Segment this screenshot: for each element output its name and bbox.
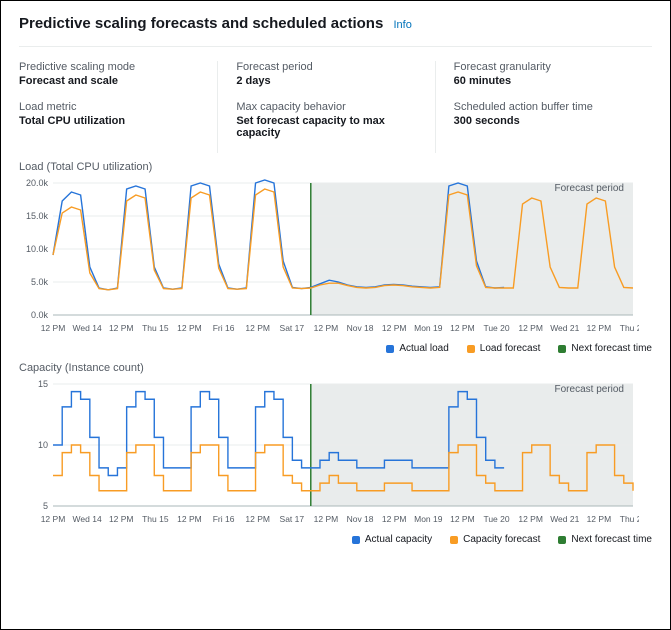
svg-text:10.0k: 10.0k	[26, 244, 49, 254]
svg-text:12 PM: 12 PM	[109, 323, 134, 333]
meta-value: 60 minutes	[454, 75, 642, 87]
svg-text:Fri 16: Fri 16	[213, 514, 235, 524]
svg-text:Thu 22: Thu 22	[620, 514, 639, 524]
svg-text:Wed 14: Wed 14	[73, 323, 102, 333]
svg-text:12 PM: 12 PM	[245, 514, 270, 524]
capacity-chart: Forecast period 5 10 15 12 PM Wed 14 12 PM Thu…	[19, 378, 652, 528]
svg-text:12 PM: 12 PM	[41, 514, 66, 524]
svg-text:Thu 22: Thu 22	[620, 323, 639, 333]
load-legend: Actual load Load forecast Next forecast …	[19, 343, 652, 354]
svg-text:Tue 20: Tue 20	[483, 323, 509, 333]
svg-text:Nov 18: Nov 18	[347, 323, 374, 333]
svg-text:5: 5	[43, 501, 48, 511]
load-chart: Forecast period 0.0k 5.0k 10.0k 15.0k 20.0k 1…	[19, 177, 652, 337]
svg-text:12 PM: 12 PM	[587, 323, 612, 333]
chart-title-capacity: Capacity (Instance count)	[19, 362, 652, 374]
svg-text:Wed 21: Wed 21	[550, 514, 579, 524]
meta-value: 2 days	[236, 75, 424, 87]
svg-text:Thu 15: Thu 15	[142, 514, 169, 524]
meta-label: Scheduled action buffer time	[454, 101, 642, 113]
svg-text:0.0k: 0.0k	[31, 310, 49, 320]
meta-label: Load metric	[19, 101, 207, 113]
svg-text:12 PM: 12 PM	[41, 323, 66, 333]
legend-item: Capacity forecast	[450, 534, 540, 545]
panel-header: Predictive scaling forecasts and schedul…	[19, 15, 652, 32]
legend-item: Actual capacity	[352, 534, 432, 545]
meta-grid: Predictive scaling mode Forecast and sca…	[19, 46, 652, 153]
meta-label: Forecast granularity	[454, 61, 642, 73]
svg-text:12 PM: 12 PM	[314, 323, 339, 333]
svg-text:12 PM: 12 PM	[382, 514, 407, 524]
svg-text:12 PM: 12 PM	[177, 323, 202, 333]
capacity-chart-svg: 5 10 15 12 PM Wed 14 12 PM Thu 15 12 PM Fri 16 12…	[19, 378, 639, 528]
svg-text:Sat 17: Sat 17	[280, 323, 305, 333]
meta-label: Predictive scaling mode	[19, 61, 207, 73]
svg-text:12 PM: 12 PM	[177, 514, 202, 524]
svg-text:Mon 19: Mon 19	[414, 514, 443, 524]
forecast-period-label: Forecast period	[555, 384, 624, 395]
svg-text:12 PM: 12 PM	[314, 514, 339, 524]
svg-text:Wed 21: Wed 21	[550, 323, 579, 333]
predictive-scaling-panel: Predictive scaling forecasts and schedul…	[0, 0, 671, 630]
svg-text:12 PM: 12 PM	[518, 514, 543, 524]
svg-text:Mon 19: Mon 19	[414, 323, 443, 333]
svg-text:12 PM: 12 PM	[245, 323, 270, 333]
forecast-period-label: Forecast period	[555, 183, 624, 194]
meta-value: Set forecast capacity to max capacity	[236, 115, 424, 139]
svg-text:12 PM: 12 PM	[587, 514, 612, 524]
svg-text:Fri 16: Fri 16	[213, 323, 235, 333]
swatch-icon	[386, 345, 394, 353]
legend-item: Actual load	[386, 343, 448, 354]
meta-label: Forecast period	[236, 61, 424, 73]
meta-value: Total CPU utilization	[19, 115, 207, 127]
svg-text:5.0k: 5.0k	[31, 277, 49, 287]
swatch-icon	[558, 345, 566, 353]
svg-text:12 PM: 12 PM	[382, 323, 407, 333]
svg-text:20.0k: 20.0k	[26, 178, 49, 188]
legend-item: Load forecast	[467, 343, 541, 354]
info-link[interactable]: Info	[393, 19, 411, 31]
svg-text:15: 15	[38, 379, 48, 389]
panel-title: Predictive scaling forecasts and schedul…	[19, 15, 383, 32]
capacity-legend: Actual capacity Capacity forecast Next f…	[19, 534, 652, 545]
swatch-icon	[558, 536, 566, 544]
svg-text:12 PM: 12 PM	[518, 323, 543, 333]
svg-text:Thu 15: Thu 15	[142, 323, 169, 333]
svg-text:Tue 20: Tue 20	[483, 514, 509, 524]
svg-text:10: 10	[38, 440, 48, 450]
svg-text:15.0k: 15.0k	[26, 211, 49, 221]
swatch-icon	[467, 345, 475, 353]
chart-title-load: Load (Total CPU utilization)	[19, 161, 652, 173]
svg-text:12 PM: 12 PM	[109, 514, 134, 524]
load-chart-svg: 0.0k 5.0k 10.0k 15.0k 20.0k 12 PM Wed 14 12 PM T…	[19, 177, 639, 337]
legend-item: Next forecast time	[558, 534, 652, 545]
meta-label: Max capacity behavior	[236, 101, 424, 113]
svg-text:Wed 14: Wed 14	[73, 514, 102, 524]
svg-text:Sat 17: Sat 17	[280, 514, 305, 524]
svg-text:12 PM: 12 PM	[450, 514, 475, 524]
swatch-icon	[450, 536, 458, 544]
meta-value: Forecast and scale	[19, 75, 207, 87]
legend-item: Next forecast time	[558, 343, 652, 354]
swatch-icon	[352, 536, 360, 544]
svg-text:Nov 18: Nov 18	[347, 514, 374, 524]
meta-value: 300 seconds	[454, 115, 642, 127]
svg-text:12 PM: 12 PM	[450, 323, 475, 333]
